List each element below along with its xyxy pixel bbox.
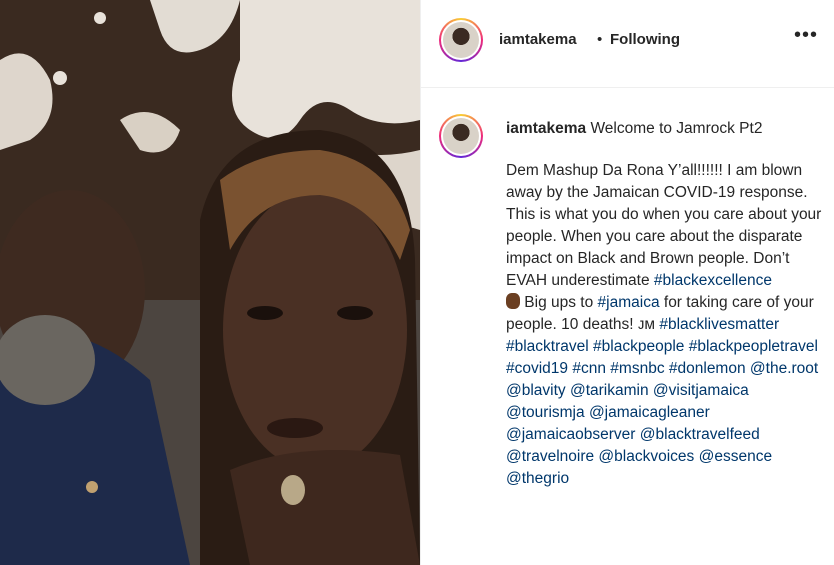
post-sidebar: iamtakema • Following ••• iamtakema Welc… [420,0,834,565]
hashtag-link[interactable]: #blackpeopletravel [689,338,818,355]
mention-link[interactable]: @jamaicaobserver [506,426,635,443]
mention-link[interactable]: @visitjamaica [653,382,749,399]
mention-link[interactable]: @jamaicagleaner [589,404,710,421]
caption-body: Dem Mashup Da Rona Y’all!!!!!! I am blow… [506,160,826,490]
caption-title: Welcome to Jamrock Pt2 [590,120,763,137]
tag-list: #blacklivesmatter #blacktravel #blackpeo… [506,316,818,487]
caption-avatar[interactable] [439,114,483,158]
mention-link[interactable]: @the.root [750,360,818,377]
fist-emoji-icon [506,293,520,309]
mention-link[interactable]: @blavity [506,382,566,399]
hashtag-link[interactable]: #jamaica [598,294,660,311]
profile-photo [443,22,479,58]
following-button[interactable]: Following [610,31,680,48]
mention-link[interactable]: @thegrio [506,470,569,487]
hashtag-link[interactable]: #cnn [572,360,606,377]
post-media[interactable] [0,0,420,565]
caption-username[interactable]: iamtakema [506,120,586,137]
hashtag-link[interactable]: #blackpeople [593,338,684,355]
post-caption: iamtakema Welcome to Jamrock Pt2 Dem Mas… [506,118,826,490]
hashtag-link[interactable]: #covid19 [506,360,568,377]
author-avatar[interactable] [439,18,483,62]
post-photo [0,0,420,565]
hashtag-link[interactable]: #blacklivesmatter [659,316,779,333]
mention-link[interactable]: @essence [699,448,772,465]
caption-text: Dem Mashup Da Rona Y’all!!!!!! I am blow… [506,162,822,289]
mention-link[interactable]: @blacktravelfeed [640,426,760,443]
separator-dot: • [597,31,603,48]
hashtag-link[interactable]: #donlemon [669,360,746,377]
hashtag-link[interactable]: #blackexcellence [654,272,772,289]
mention-link[interactable]: @travelnoire [506,448,594,465]
mention-link[interactable]: @tarikamin [570,382,649,399]
hashtag-link[interactable]: #blacktravel [506,338,589,355]
mention-link[interactable]: @tourismja [506,404,585,421]
caption-profile-photo [443,118,479,154]
mention-link[interactable]: @blackvoices [598,448,694,465]
instagram-post: iamtakema • Following ••• iamtakema Welc… [0,0,834,565]
post-header: iamtakema • Following ••• [421,0,834,88]
hashtag-link[interactable]: #msnbc [610,360,664,377]
more-options-icon[interactable]: ••• [794,24,818,47]
author-username[interactable]: iamtakema [499,31,577,48]
caption-text: Big ups to [520,294,598,311]
